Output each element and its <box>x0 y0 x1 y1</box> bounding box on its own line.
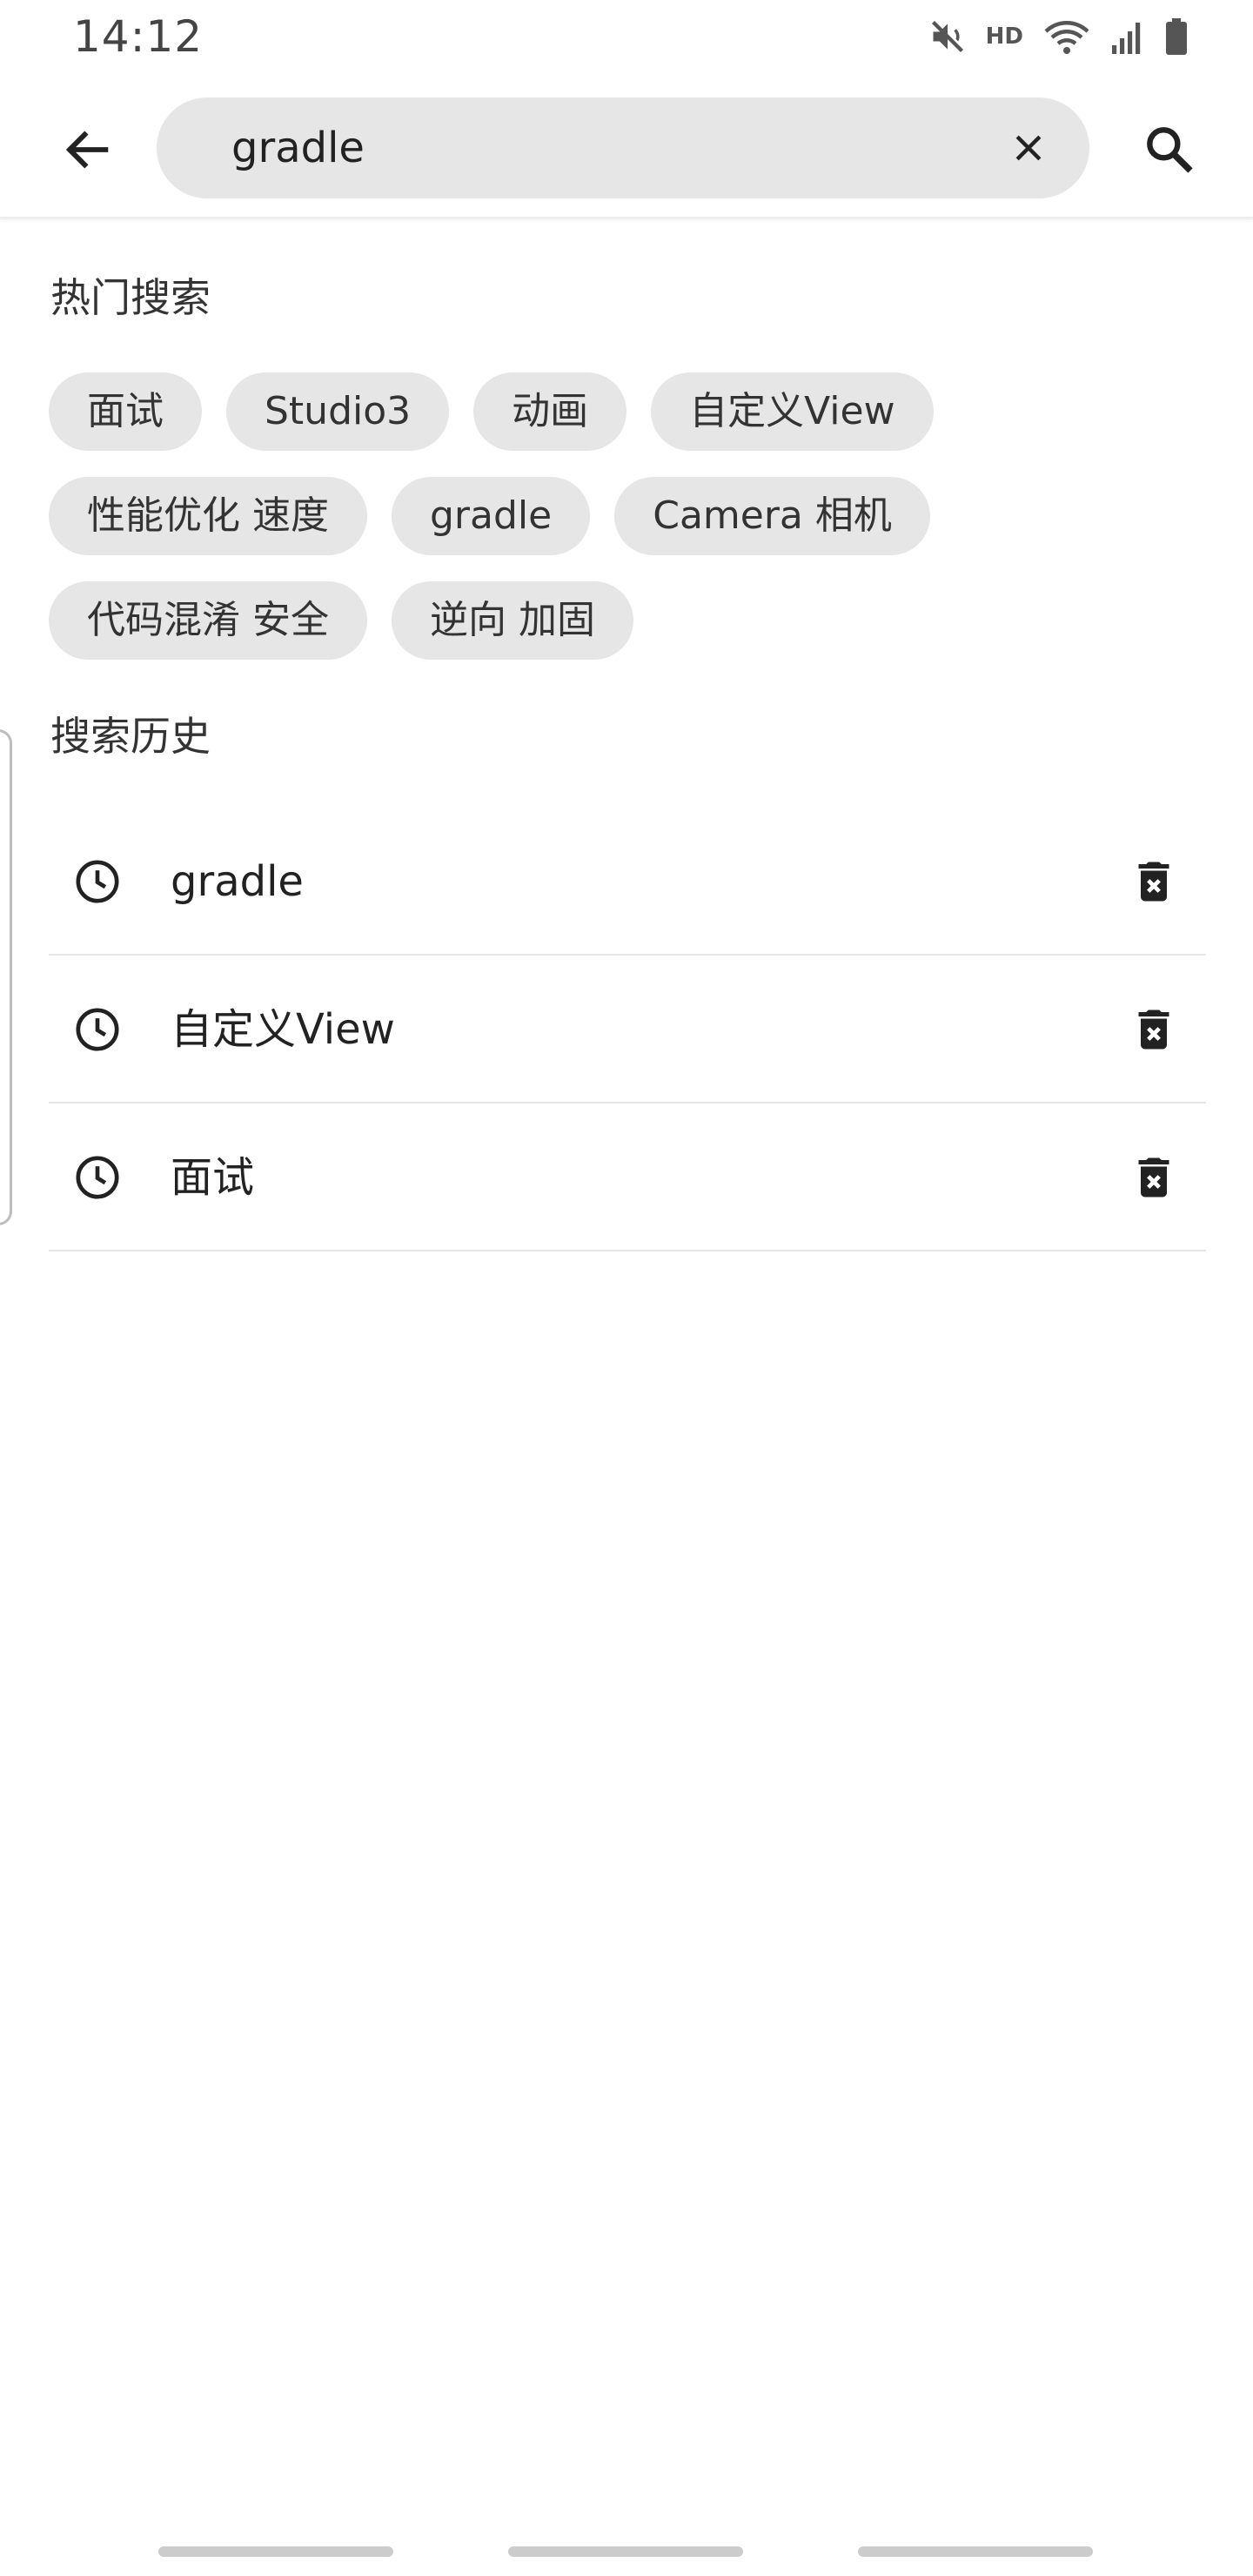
hot-search-chips: 面试 Studio3 动画 自定义View 性能优化 速度 gradle Cam… <box>49 372 1206 686</box>
delete-button[interactable] <box>1119 847 1189 916</box>
clock-icon <box>76 1008 119 1051</box>
delete-button[interactable] <box>1119 1143 1189 1212</box>
search-toolbar <box>0 73 1253 219</box>
nav-recents-indicator[interactable] <box>158 2546 393 2557</box>
status-time: 14:12 <box>73 11 204 62</box>
search-box <box>157 97 1089 198</box>
wifi-icon <box>1042 17 1091 56</box>
search-input[interactable] <box>231 97 928 198</box>
chip[interactable]: Studio3 <box>226 372 450 451</box>
nav-back-indicator[interactable] <box>858 2546 1093 2557</box>
history-label: 自定义View <box>171 1005 395 1054</box>
clock-icon <box>76 860 119 903</box>
chip[interactable]: 代码混淆 安全 <box>49 581 367 660</box>
nav-home-indicator[interactable] <box>508 2546 743 2557</box>
history-item[interactable]: 面试 <box>49 1104 1206 1251</box>
close-icon <box>1015 135 1042 161</box>
chip[interactable]: 动画 <box>473 372 627 451</box>
chip-row: 代码混淆 安全 逆向 加固 <box>49 581 1206 660</box>
history-title: 搜索历史 <box>50 713 211 760</box>
history-item[interactable]: 自定义View <box>49 956 1206 1104</box>
battery-icon <box>1164 17 1189 56</box>
chip[interactable]: 自定义View <box>651 372 934 451</box>
status-bar: 14:12 HD <box>0 0 1253 73</box>
chip[interactable]: gradle <box>392 477 591 555</box>
search-button[interactable] <box>1128 108 1211 191</box>
history-label: 面试 <box>171 1153 255 1202</box>
arrow-left-icon <box>65 131 109 169</box>
back-button[interactable] <box>45 108 129 191</box>
chip[interactable]: 面试 <box>49 372 202 451</box>
trash-icon <box>1138 1157 1169 1197</box>
delete-button[interactable] <box>1119 995 1189 1064</box>
clear-button[interactable] <box>1002 122 1055 174</box>
clock-icon <box>76 1156 119 1199</box>
trash-icon <box>1138 862 1169 902</box>
history-label: gradle <box>171 857 304 906</box>
history-list: gradle 自定义View 面试 <box>49 808 1206 1251</box>
history-item[interactable]: gradle <box>49 808 1206 956</box>
edge-panel-handle[interactable] <box>0 729 12 1225</box>
signal-icon <box>1110 17 1145 56</box>
status-icons: HD <box>928 12 1189 61</box>
chip-row: 面试 Studio3 动画 自定义View <box>49 372 1206 451</box>
search-screen: 14:12 HD gradle 热门搜索 面试 Studio3 动画 自定义Vi… <box>0 0 1253 2576</box>
chip[interactable]: 逆向 加固 <box>392 581 633 660</box>
search-icon <box>1147 127 1193 173</box>
chip-row: 性能优化 速度 gradle Camera 相机 <box>49 477 1206 555</box>
trash-icon <box>1138 1010 1169 1050</box>
chip[interactable]: Camera 相机 <box>614 477 930 555</box>
hot-search-title: 热门搜索 <box>50 274 211 321</box>
mute-icon <box>928 17 967 56</box>
chip[interactable]: 性能优化 速度 <box>49 477 367 555</box>
hd-badge: HD <box>985 23 1023 50</box>
navigation-bar <box>0 2541 1253 2559</box>
